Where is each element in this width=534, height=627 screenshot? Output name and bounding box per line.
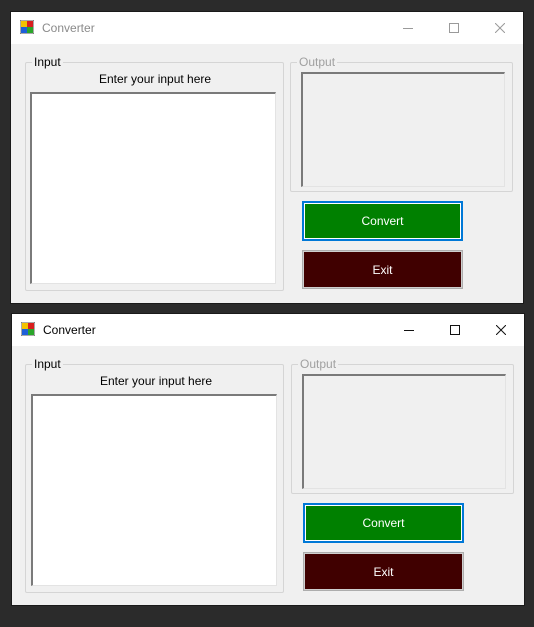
app-icon (20, 20, 34, 34)
output-group-label: Output (297, 55, 338, 69)
maximize-button[interactable] (431, 12, 477, 44)
minimize-icon (404, 330, 414, 331)
app-icon (21, 322, 35, 336)
maximize-button[interactable] (432, 314, 478, 346)
input-group-label: Input (32, 55, 63, 69)
input-hint: Enter your input here (100, 374, 213, 388)
close-icon (495, 23, 505, 33)
convert-button[interactable]: Convert (302, 201, 463, 241)
input-hint: Enter your input here (99, 72, 212, 86)
exit-button[interactable]: Exit (303, 552, 464, 591)
title-bar[interactable]: Converter (12, 314, 524, 346)
converter-window-active: Converter Input Enter your input here Ou… (12, 314, 524, 605)
output-textbox (302, 374, 506, 489)
close-icon (496, 325, 506, 335)
maximize-icon (450, 325, 460, 335)
input-textbox[interactable] (31, 394, 277, 586)
input-group-label: Input (32, 357, 63, 371)
output-textbox (301, 72, 505, 187)
title-bar[interactable]: Converter (11, 12, 523, 44)
input-textbox[interactable] (30, 92, 276, 284)
convert-button[interactable]: Convert (303, 503, 464, 543)
window-title: Converter (42, 21, 95, 35)
maximize-icon (449, 23, 459, 33)
close-button[interactable] (477, 12, 523, 44)
minimize-icon (403, 28, 413, 29)
minimize-button[interactable] (386, 314, 432, 346)
minimize-button[interactable] (385, 12, 431, 44)
converter-window-inactive: Converter Input Enter your input here Ou… (11, 12, 523, 303)
exit-button[interactable]: Exit (302, 250, 463, 289)
close-button[interactable] (478, 314, 524, 346)
window-title: Converter (43, 323, 96, 337)
output-group-label: Output (298, 357, 339, 371)
